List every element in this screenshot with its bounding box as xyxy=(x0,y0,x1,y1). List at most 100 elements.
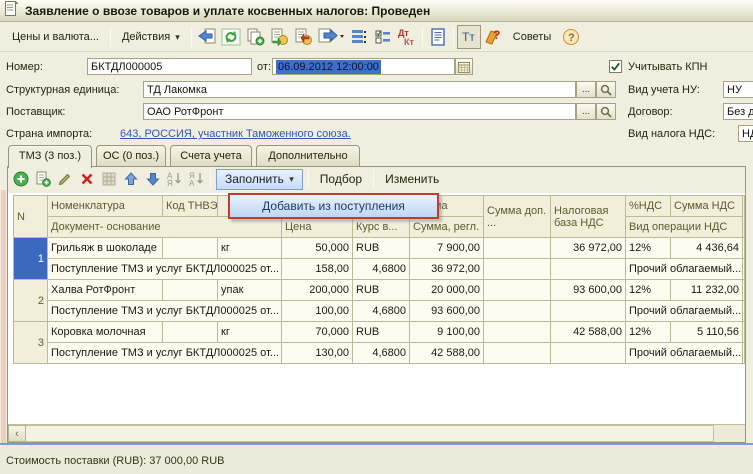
menu-item-add-from-receipt[interactable]: Добавить из поступления xyxy=(262,199,405,213)
cell-rate[interactable]: 4,6800 xyxy=(353,343,410,364)
cell-unit[interactable]: кг xyxy=(218,322,282,343)
tab-tmz[interactable]: ТМЗ (3 поз.) xyxy=(8,145,92,168)
cell-vat-base[interactable]: 93 600,00 xyxy=(551,280,626,301)
cell-amount-regl[interactable]: 93 600,00 xyxy=(410,301,484,322)
cell-tnved[interactable] xyxy=(163,238,218,259)
import-country-link[interactable]: 643, РОССИЯ, участник Таможенного союза. xyxy=(120,128,351,140)
cell-amount[interactable]: 7 900,00 xyxy=(410,238,484,259)
cell-nomenclature[interactable]: Халва РотФронт xyxy=(48,280,163,301)
cell-vat-base[interactable]: 36 972,00 xyxy=(551,238,626,259)
cell-amount-extra[interactable] xyxy=(484,322,551,343)
cell-vat-rate[interactable]: 12% xyxy=(626,280,671,301)
tab-additional[interactable]: Дополнительно xyxy=(256,145,360,167)
cell-vat-base[interactable]: 42 588,00 xyxy=(551,322,626,343)
cell-price[interactable]: 130,00 xyxy=(282,343,353,364)
cell-nomenclature[interactable]: Грильяж в шоколаде xyxy=(48,238,163,259)
cell-amount[interactable]: 9 100,00 xyxy=(410,322,484,343)
row-number[interactable]: 3 xyxy=(14,322,48,364)
dt-kt-icon[interactable]: ДтКт xyxy=(395,25,419,49)
cell-vat-operation[interactable]: Прочий облагаемый... xyxy=(626,301,743,322)
setup-list-icon[interactable] xyxy=(371,25,395,49)
cell-vat-amount[interactable]: 4 436,64 xyxy=(671,238,743,259)
copy-document-icon[interactable] xyxy=(243,25,267,49)
row-number[interactable]: 1 xyxy=(14,238,48,280)
cell-vat-rate[interactable]: 12% xyxy=(626,238,671,259)
prices-currency-button[interactable]: Цены и валюта... xyxy=(4,26,107,48)
cell-amount-extra[interactable] xyxy=(484,238,551,259)
supplier-input[interactable]: ОАО РотФронт xyxy=(143,103,576,120)
supplier-open-button[interactable] xyxy=(596,103,616,120)
cell-qty[interactable]: 200,000 xyxy=(282,280,353,301)
cell-unit[interactable]: упак xyxy=(218,280,282,301)
number-input[interactable]: БКТДЛ000005 xyxy=(87,58,252,75)
cell-currency[interactable]: RUB xyxy=(353,238,410,259)
cell-rate[interactable]: 4,6800 xyxy=(353,301,410,322)
import-country-label: Страна импорта: xyxy=(6,128,92,140)
cell-vat-rate[interactable]: 12% xyxy=(626,322,671,343)
move-up-icon[interactable] xyxy=(122,171,139,188)
sort-desc-icon[interactable]: ЯА xyxy=(188,171,205,188)
scrollbar-thumb[interactable] xyxy=(26,425,714,442)
copy-row-icon[interactable] xyxy=(34,171,51,188)
supplier-select-button[interactable]: ... xyxy=(576,103,596,120)
help-icon[interactable]: ? xyxy=(559,25,583,49)
cell-vat-operation[interactable]: Прочий облагаемый... xyxy=(626,259,743,280)
structure-icon[interactable] xyxy=(347,25,371,49)
prev-document-icon[interactable] xyxy=(195,25,219,49)
contract-input[interactable]: Без д xyxy=(723,103,753,120)
date-input[interactable]: 06.09.2012 12:00:00 xyxy=(272,58,455,75)
cell-price[interactable]: 100,00 xyxy=(282,301,353,322)
tab-accounts[interactable]: Счета учета xyxy=(170,145,252,167)
refresh-icon[interactable] xyxy=(219,25,243,49)
move-down-icon[interactable] xyxy=(144,171,161,188)
cell-doc-base[interactable]: Поступление ТМЗ и услуг БКТДЛ000025 от..… xyxy=(48,301,282,322)
delete-row-icon[interactable] xyxy=(78,171,95,188)
cell-amount-regl[interactable]: 42 588,00 xyxy=(410,343,484,364)
receipt-out-icon[interactable] xyxy=(291,25,315,49)
cell-vat-amount[interactable]: 11 232,00 xyxy=(671,280,743,301)
cell-rate[interactable]: 4,6800 xyxy=(353,259,410,280)
calendar-button[interactable] xyxy=(455,58,473,75)
tips-button[interactable]: Советы xyxy=(505,26,559,48)
report-icon[interactable] xyxy=(426,25,450,49)
cell-qty[interactable]: 50,000 xyxy=(282,238,353,259)
cell-vat-operation[interactable]: Прочий облагаемый... xyxy=(626,343,743,364)
edit-row-icon[interactable] xyxy=(56,171,73,188)
fill-button[interactable]: Заполнить ▾ xyxy=(216,169,303,190)
cell-doc-base[interactable]: Поступление ТМЗ и услуг БКТДЛ000025 от..… xyxy=(48,259,282,280)
cell-price[interactable]: 158,00 xyxy=(282,259,353,280)
scroll-left-button[interactable]: ‹ xyxy=(8,425,26,442)
nu-kind-input[interactable]: НУ xyxy=(723,81,753,98)
cell-unit[interactable]: кг xyxy=(218,238,282,259)
row-number[interactable]: 2 xyxy=(14,280,48,322)
go-to-icon[interactable] xyxy=(315,25,347,49)
col-sliver xyxy=(743,343,745,364)
structural-unit-select-button[interactable]: ... xyxy=(576,81,596,98)
kpn-checkbox-label[interactable]: Учитывать КПН xyxy=(628,61,708,73)
cell-tnved[interactable] xyxy=(163,322,218,343)
tab-os[interactable]: ОС (0 поз.) xyxy=(96,145,166,167)
horizontal-scrollbar[interactable]: ‹ xyxy=(8,424,745,442)
cell-nomenclature[interactable]: Коровка молочная xyxy=(48,322,163,343)
vat-kind-input[interactable]: НДС xyxy=(738,125,753,142)
cell-amount[interactable]: 20 000,00 xyxy=(410,280,484,301)
change-button[interactable]: Изменить xyxy=(379,170,445,188)
cell-currency[interactable]: RUB xyxy=(353,322,410,343)
cell-doc-base[interactable]: Поступление ТМЗ и услуг БКТДЛ000025 от..… xyxy=(48,343,282,364)
text-toggle-icon[interactable]: Тт xyxy=(457,25,481,49)
pick-button[interactable]: Подбор xyxy=(314,170,368,188)
cell-amount-extra[interactable] xyxy=(484,280,551,301)
structural-unit-open-button[interactable] xyxy=(596,81,616,98)
receipt-in-icon[interactable] xyxy=(267,25,291,49)
advice-icon[interactable]: ? xyxy=(481,25,505,49)
cell-qty[interactable]: 70,000 xyxy=(282,322,353,343)
structural-unit-input[interactable]: ТД Лакомка xyxy=(143,81,576,98)
kpn-checkbox[interactable] xyxy=(609,60,622,73)
cell-vat-amount[interactable]: 5 110,56 xyxy=(671,322,743,343)
cell-amount-regl[interactable]: 36 972,00 xyxy=(410,259,484,280)
cell-currency[interactable]: RUB xyxy=(353,280,410,301)
add-row-icon[interactable] xyxy=(12,171,29,188)
actions-menu-button[interactable]: Действия ▾ xyxy=(114,26,188,48)
sort-asc-icon[interactable]: АЯ xyxy=(166,171,183,188)
cell-tnved[interactable] xyxy=(163,280,218,301)
